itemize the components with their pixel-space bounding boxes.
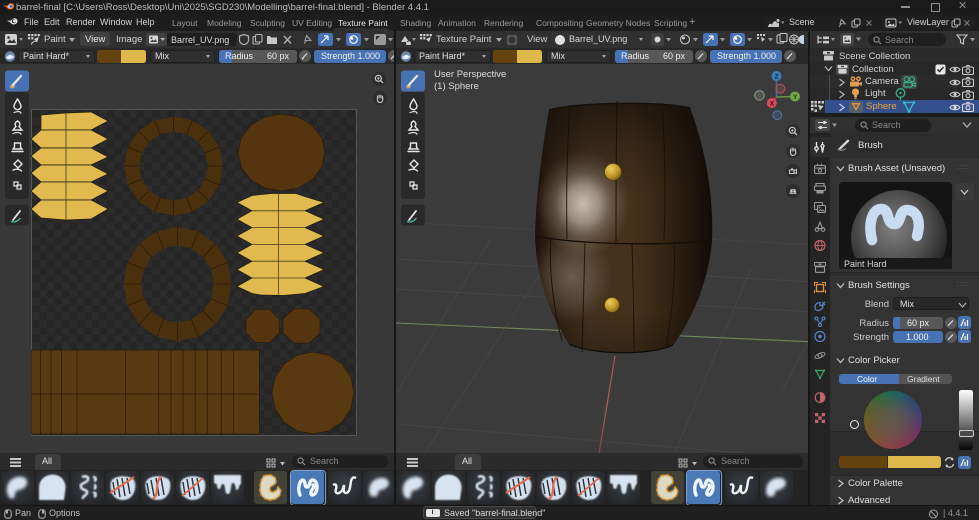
svg-text:Y: Y [793, 94, 798, 101]
svg-text:Z: Z [775, 73, 779, 80]
svg-text:X: X [770, 100, 775, 107]
